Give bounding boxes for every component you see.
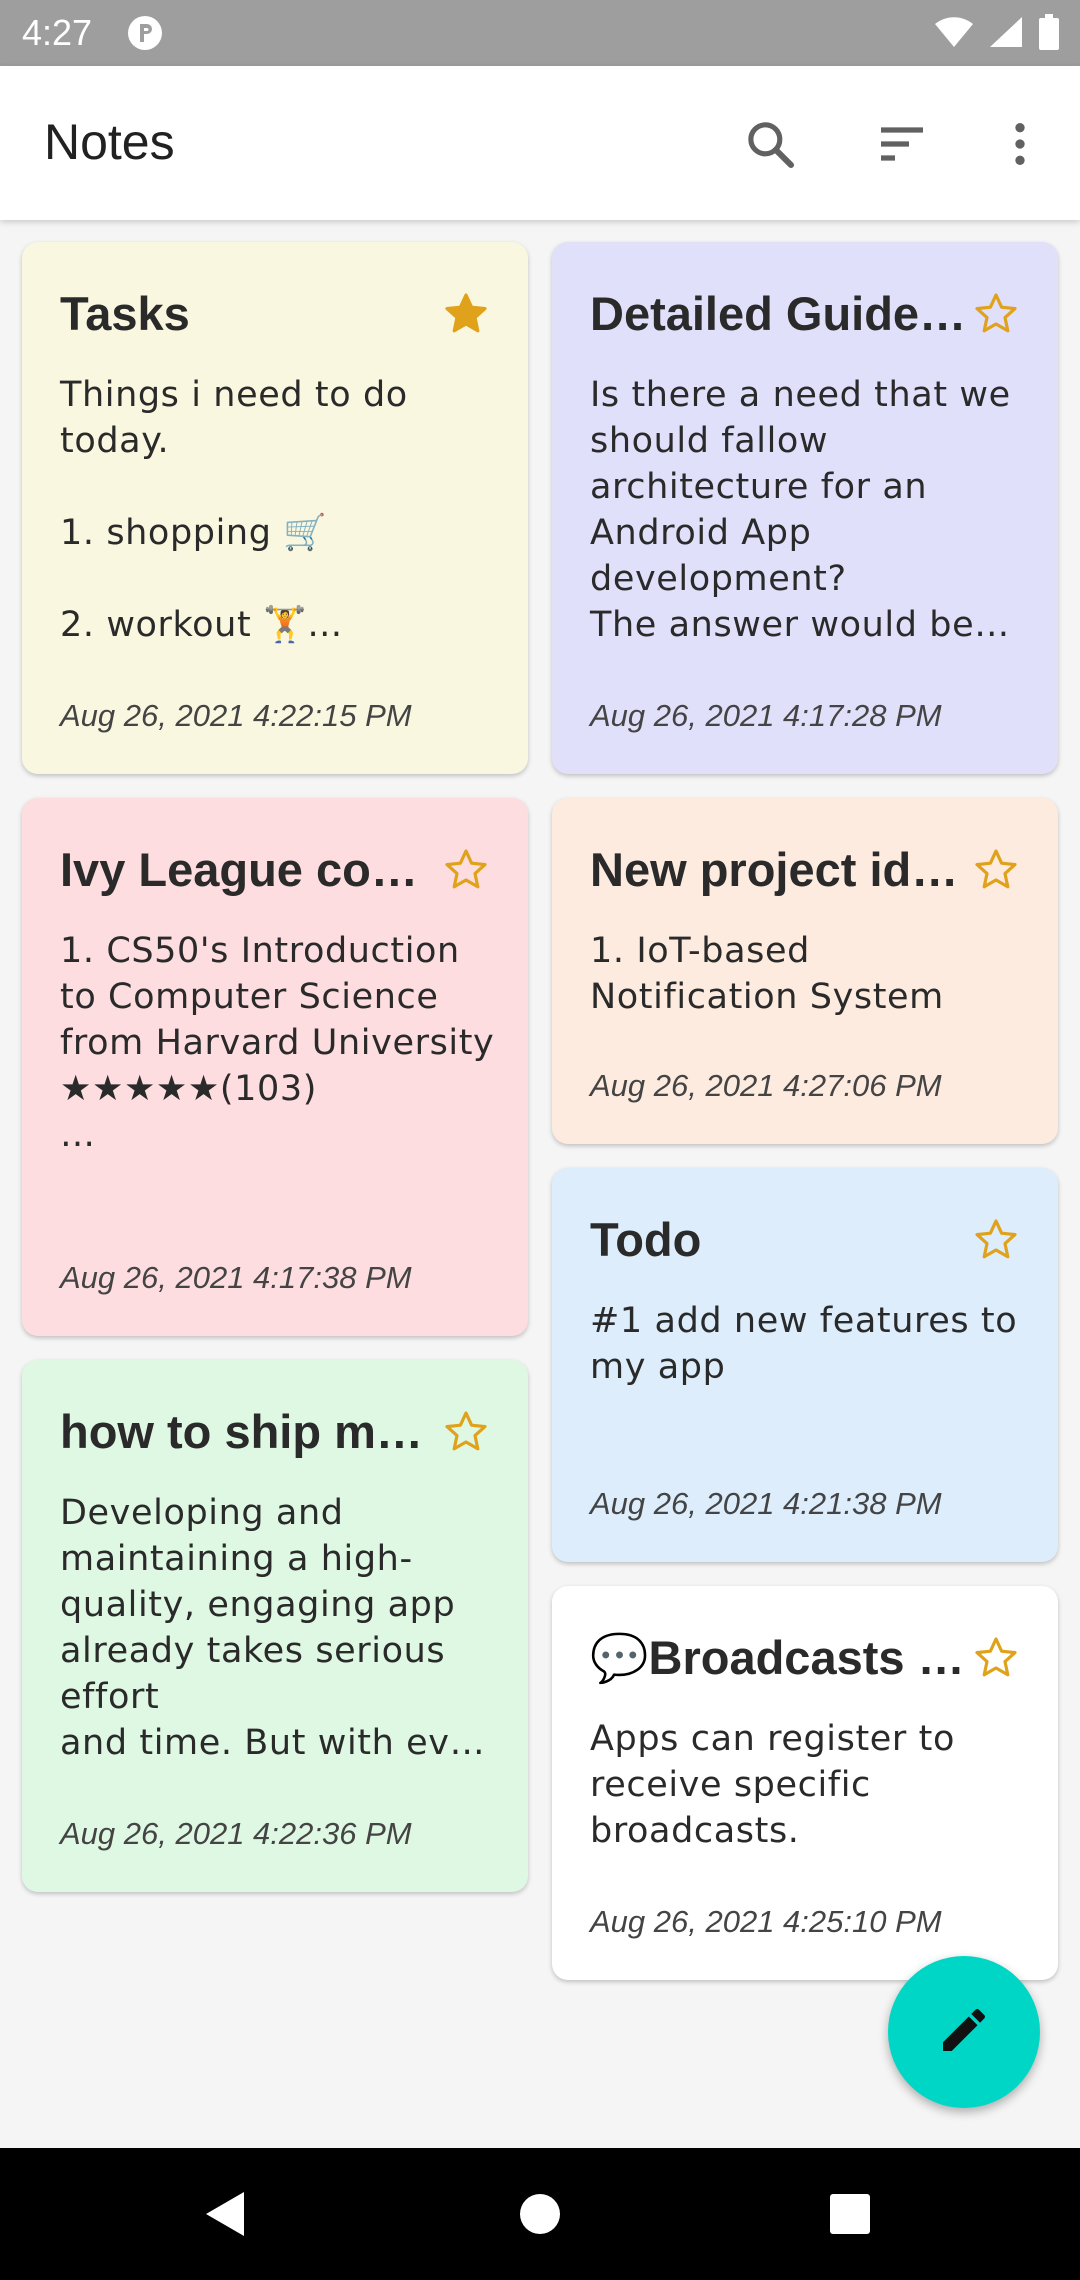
star-icon[interactable] (972, 1634, 1020, 1682)
note-body: 1. IoT-based Notification System (590, 931, 944, 1017)
status-bar: 4:27 (0, 0, 1080, 66)
star-icon[interactable] (972, 1216, 1020, 1264)
note-card[interactable]: Ivy League cour… 1. CS50's Introduction … (22, 798, 528, 1336)
note-title: Tasks (60, 287, 190, 340)
note-title: 💬Broadcasts … (590, 1631, 965, 1684)
note-date: Aug 26, 2021 4:22:36 PM (60, 1816, 412, 1851)
note-date: Aug 26, 2021 4:21:38 PM (590, 1486, 942, 1521)
search-icon[interactable] (738, 112, 802, 176)
page-title: Notes (44, 114, 175, 170)
note-card[interactable]: 💬Broadcasts … Apps can register to recei… (552, 1586, 1058, 1980)
note-date: Aug 26, 2021 4:27:06 PM (590, 1068, 942, 1103)
sort-icon[interactable] (870, 112, 934, 176)
note-card[interactable]: New project ide… 1. IoT-based Notificati… (552, 798, 1058, 1144)
note-date: Aug 26, 2021 4:17:28 PM (590, 698, 942, 733)
star-icon[interactable] (442, 290, 490, 338)
note-title: Todo (590, 1213, 702, 1266)
recents-icon[interactable] (818, 2182, 882, 2246)
battery-icon (1038, 14, 1060, 54)
note-card[interactable]: Detailed Guide… Is there a need that we … (552, 242, 1058, 774)
star-icon[interactable] (442, 1408, 490, 1456)
note-title: Ivy League cour… (60, 843, 438, 896)
note-body: Developing and maintaining a high-qualit… (60, 1493, 486, 1763)
star-icon[interactable] (972, 290, 1020, 338)
status-time: 4:27 (22, 12, 93, 53)
note-body: 1. CS50's Introduction to Computer Scien… (60, 931, 495, 1155)
wifi-icon (934, 15, 974, 53)
cellular-signal-icon (988, 15, 1024, 53)
note-body: Things i need to do today. 1. shopping 🛒… (60, 375, 408, 645)
system-navigation-bar (0, 2148, 1080, 2280)
note-card[interactable]: Tasks Things i need to do today. 1. shop… (22, 242, 528, 774)
edit-pencil-icon (936, 2002, 992, 2062)
note-body: #1 add new features to my app (590, 1301, 1018, 1387)
note-date: Aug 26, 2021 4:25:10 PM (590, 1904, 942, 1939)
note-date: Aug 26, 2021 4:22:15 PM (60, 698, 412, 733)
overflow-menu-icon[interactable] (988, 112, 1052, 176)
app-bar: Notes (0, 66, 1080, 220)
note-title: how to ship mo… (60, 1405, 438, 1458)
star-icon[interactable] (972, 846, 1020, 894)
star-icon[interactable] (442, 846, 490, 894)
note-card[interactable]: Todo #1 add new features to my app Aug 2… (552, 1168, 1058, 1562)
back-icon[interactable] (194, 2182, 258, 2246)
home-icon[interactable] (508, 2182, 572, 2246)
new-note-fab-button[interactable] (888, 1956, 1040, 2108)
note-body: Apps can register to receive specific br… (590, 1719, 955, 1851)
note-title: New project ide… (590, 843, 968, 896)
note-date: Aug 26, 2021 4:17:38 PM (60, 1260, 412, 1295)
note-card[interactable]: how to ship mo… Developing and maintaini… (22, 1360, 528, 1892)
note-title: Detailed Guide… (590, 287, 967, 340)
note-body: Is there a need that we should fallow ar… (590, 375, 1011, 645)
notification-app-icon (126, 14, 164, 56)
